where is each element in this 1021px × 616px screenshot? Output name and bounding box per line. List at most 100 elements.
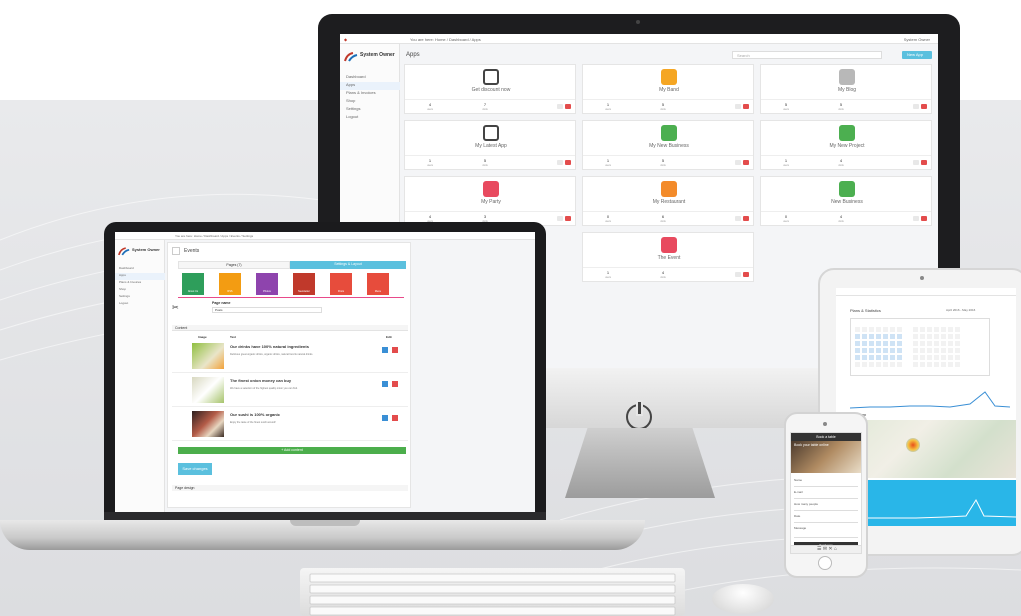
- edit-post-button[interactable]: [382, 415, 388, 421]
- calendar-day[interactable]: [862, 341, 867, 346]
- calendar-day[interactable]: [948, 327, 953, 332]
- app-card[interactable]: My Party4users3visits: [404, 176, 576, 226]
- calendar-day[interactable]: [948, 362, 953, 367]
- calendar-day[interactable]: [913, 355, 918, 360]
- calendar-day[interactable]: [941, 341, 946, 346]
- calendar-day[interactable]: [869, 334, 874, 339]
- calendar-day[interactable]: [927, 348, 932, 353]
- calendar-day[interactable]: [883, 334, 888, 339]
- calendar-day[interactable]: [955, 334, 960, 339]
- edit-app-button[interactable]: [913, 216, 919, 221]
- calendar-day[interactable]: [920, 362, 925, 367]
- delete-app-button[interactable]: [743, 160, 749, 165]
- page-name-input[interactable]: Posts: [212, 307, 322, 313]
- calendar-day[interactable]: [862, 334, 867, 339]
- calendar-day[interactable]: [920, 327, 925, 332]
- calendar-day[interactable]: [883, 341, 888, 346]
- calendar-day[interactable]: [876, 334, 881, 339]
- edit-app-button[interactable]: [735, 272, 741, 277]
- calendar-day[interactable]: [927, 362, 932, 367]
- edit-post-button[interactable]: [382, 347, 388, 353]
- delete-app-button[interactable]: [743, 272, 749, 277]
- calendar-day[interactable]: [876, 348, 881, 353]
- calendar-day[interactable]: [913, 334, 918, 339]
- imac-nav-dashboard[interactable]: Dashboard: [340, 74, 400, 82]
- app-card[interactable]: Get discount now 4 users 7 visits: [404, 64, 576, 114]
- people-field[interactable]: [794, 506, 858, 511]
- calendar-day[interactable]: [934, 362, 939, 367]
- app-card[interactable]: My Latest App 1 users 5 visits: [404, 120, 576, 170]
- calendar-day[interactable]: [897, 327, 902, 332]
- calendar-day[interactable]: [897, 355, 902, 360]
- app-card[interactable]: New Business 0 users 4 visits: [760, 176, 932, 226]
- page-tile[interactable]: Menu: [367, 273, 389, 295]
- imac-new-app-button[interactable]: New App: [902, 51, 932, 59]
- calendar-day[interactable]: [890, 355, 895, 360]
- edit-app-button[interactable]: [557, 160, 563, 165]
- calendar-day[interactable]: [876, 327, 881, 332]
- delete-app-button[interactable]: [921, 104, 927, 109]
- calendar-day[interactable]: [948, 348, 953, 353]
- calendar-day[interactable]: [855, 355, 860, 360]
- delete-app-button[interactable]: [743, 216, 749, 221]
- calendar-day[interactable]: [890, 348, 895, 353]
- edit-app-button[interactable]: [913, 104, 919, 109]
- settings-layout-tab[interactable]: Settings & Layout: [290, 261, 406, 269]
- laptop-nav-plans[interactable]: Plans & Invoices: [115, 280, 165, 287]
- calendar-day[interactable]: [869, 355, 874, 360]
- edit-app-button[interactable]: [735, 104, 741, 109]
- calendar-day[interactable]: [890, 327, 895, 332]
- calendar-day[interactable]: [913, 348, 918, 353]
- calendar-day[interactable]: [855, 348, 860, 353]
- calendar-day[interactable]: [955, 362, 960, 367]
- app-card[interactable]: My New Project 1 users 4 visits: [760, 120, 932, 170]
- delete-post-button[interactable]: [392, 347, 398, 353]
- calendar-day[interactable]: [855, 327, 860, 332]
- calendar-day[interactable]: [855, 341, 860, 346]
- calendar-day[interactable]: [941, 334, 946, 339]
- app-card[interactable]: My Restaurant 0 users 6 visits: [582, 176, 754, 226]
- calendar-day[interactable]: [876, 362, 881, 367]
- calendar-day[interactable]: [869, 348, 874, 353]
- imac-nav-shop[interactable]: Shop: [340, 98, 400, 106]
- calendar-day[interactable]: [920, 334, 925, 339]
- page-tile[interactable]: Newsletter: [293, 273, 315, 295]
- laptop-nav-apps[interactable]: Apps: [115, 273, 165, 280]
- calendar-day[interactable]: [941, 362, 946, 367]
- delete-app-button[interactable]: [921, 160, 927, 165]
- pages-tab[interactable]: Pages (7): [178, 261, 290, 269]
- calendar-day[interactable]: [955, 348, 960, 353]
- delete-post-button[interactable]: [392, 415, 398, 421]
- calendar-day[interactable]: [897, 341, 902, 346]
- edit-app-button[interactable]: [735, 216, 741, 221]
- calendar-day[interactable]: [927, 334, 932, 339]
- calendar-day[interactable]: [927, 341, 932, 346]
- calendar-day[interactable]: [890, 334, 895, 339]
- calendar-day[interactable]: [913, 341, 918, 346]
- calendar-day[interactable]: [855, 362, 860, 367]
- calendar-day[interactable]: [920, 355, 925, 360]
- calendar-day[interactable]: [869, 362, 874, 367]
- calendar-day[interactable]: [869, 341, 874, 346]
- delete-app-button[interactable]: [921, 216, 927, 221]
- calendar-day[interactable]: [948, 341, 953, 346]
- edit-post-button[interactable]: [382, 381, 388, 387]
- name-field[interactable]: [794, 482, 858, 487]
- delete-post-button[interactable]: [392, 381, 398, 387]
- imac-nav-settings[interactable]: Settings: [340, 106, 400, 114]
- calendar-day[interactable]: [948, 355, 953, 360]
- calendar-day[interactable]: [890, 362, 895, 367]
- app-card[interactable]: The Event 1 users 4 visits: [582, 232, 754, 282]
- calendar-day[interactable]: [934, 355, 939, 360]
- calendar-day[interactable]: [883, 362, 888, 367]
- app-card[interactable]: My Band 1 users 5 visits: [582, 64, 754, 114]
- calendar-day[interactable]: [934, 348, 939, 353]
- date-field[interactable]: [794, 518, 858, 523]
- page-tile[interactable]: RSS: [219, 273, 241, 295]
- calendar-day[interactable]: [897, 334, 902, 339]
- calendar-day[interactable]: [955, 327, 960, 332]
- calendar-day[interactable]: [883, 355, 888, 360]
- calendar-day[interactable]: [883, 348, 888, 353]
- laptop-nav-shop[interactable]: Shop: [115, 287, 165, 294]
- message-field[interactable]: [794, 530, 858, 538]
